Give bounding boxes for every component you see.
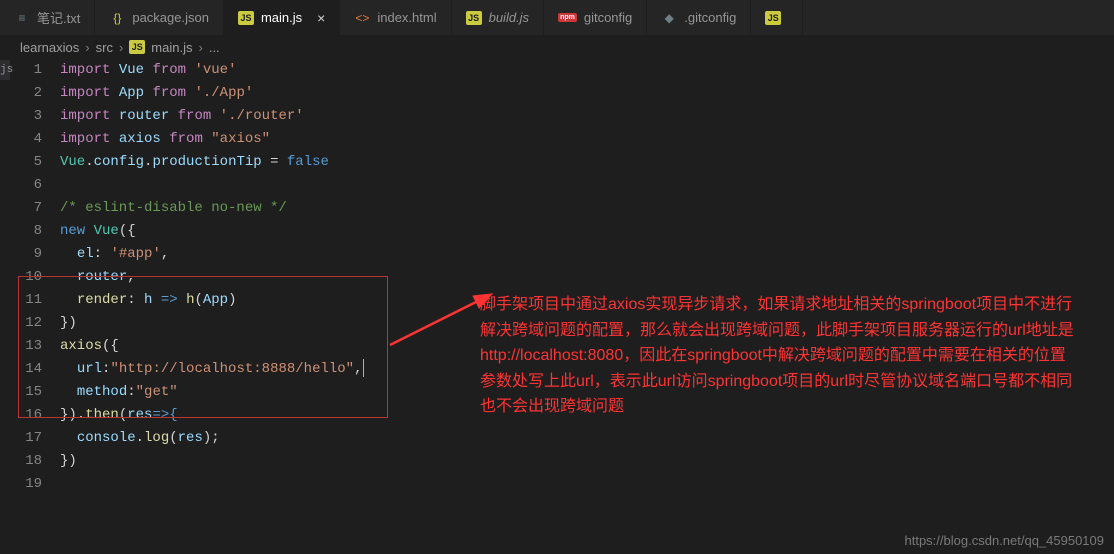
chevron-right-icon: › <box>85 40 89 55</box>
code-editor[interactable]: 12345678910111213141516171819 import Vue… <box>0 59 1114 496</box>
js-file-icon: JS <box>238 11 254 25</box>
breadcrumb-segment[interactable]: main.js <box>151 40 192 55</box>
text-cursor <box>363 359 364 377</box>
line-number: 16 <box>0 404 42 427</box>
watermark: https://blog.csdn.net/qq_45950109 <box>905 533 1105 548</box>
line-number: 15 <box>0 381 42 404</box>
line-number: 18 <box>0 450 42 473</box>
line-number: 4 <box>0 128 42 151</box>
editor-tab[interactable]: JS build.js <box>452 0 544 35</box>
line-number: 5 <box>0 151 42 174</box>
line-number: 17 <box>0 427 42 450</box>
chevron-right-icon: › <box>119 40 123 55</box>
line-number: 13 <box>0 335 42 358</box>
html-file-icon: <> <box>354 10 370 26</box>
tab-label: 笔记.txt <box>37 8 80 27</box>
line-number: 1 <box>0 59 42 82</box>
line-number: 10 <box>0 266 42 289</box>
breadcrumb: learnaxios › src › JS main.js › ... <box>0 35 1114 59</box>
line-number: 12 <box>0 312 42 335</box>
editor-tab[interactable]: {} package.json <box>95 0 224 35</box>
breadcrumb-segment[interactable]: src <box>96 40 113 55</box>
breadcrumb-segment[interactable]: learnaxios <box>20 40 79 55</box>
editor-tabs: ≡ 笔记.txt {} package.json JS main.js × <> index.h… <box>0 0 1114 35</box>
tab-label: .gitconfig <box>684 10 736 25</box>
line-gutter: 12345678910111213141516171819 <box>0 59 60 496</box>
tab-label: build.js <box>489 10 529 25</box>
js-file-icon: JS <box>765 11 781 25</box>
gear-file-icon: ◆ <box>661 10 677 26</box>
npm-file-icon: npm <box>558 13 577 22</box>
code-area[interactable]: import Vue from 'vue' import App from '.… <box>60 59 1114 496</box>
line-number: 3 <box>0 105 42 128</box>
editor-tab[interactable]: JS main.js × <box>224 0 340 35</box>
txt-file-icon: ≡ <box>14 10 30 26</box>
chevron-right-icon: › <box>198 40 202 55</box>
tab-label: gitconfig <box>584 10 632 25</box>
line-number: 14 <box>0 358 42 381</box>
tab-label: package.json <box>132 10 209 25</box>
line-number: 2 <box>0 82 42 105</box>
json-file-icon: {} <box>109 10 125 26</box>
annotation-text: 脚手架项目中通过axios实现异步请求，如果请求地址相关的springboot项… <box>480 292 1080 420</box>
tab-label: main.js <box>261 10 302 25</box>
tab-label: index.html <box>377 10 436 25</box>
editor-tab[interactable]: ≡ 笔记.txt <box>0 0 95 35</box>
editor-tab[interactable]: <> index.html <box>340 0 451 35</box>
editor-tab[interactable]: JS <box>751 0 803 35</box>
line-number: 8 <box>0 220 42 243</box>
editor-tab[interactable]: npm gitconfig <box>544 0 647 35</box>
line-number: 19 <box>0 473 42 496</box>
close-icon[interactable]: × <box>317 10 325 26</box>
line-number: 7 <box>0 197 42 220</box>
js-file-icon: JS <box>129 40 145 54</box>
breadcrumb-segment[interactable]: ... <box>209 40 220 55</box>
line-number: 11 <box>0 289 42 312</box>
editor-tab[interactable]: ◆ .gitconfig <box>647 0 751 35</box>
js-file-icon: JS <box>466 11 482 25</box>
line-number: 6 <box>0 174 42 197</box>
line-number: 9 <box>0 243 42 266</box>
